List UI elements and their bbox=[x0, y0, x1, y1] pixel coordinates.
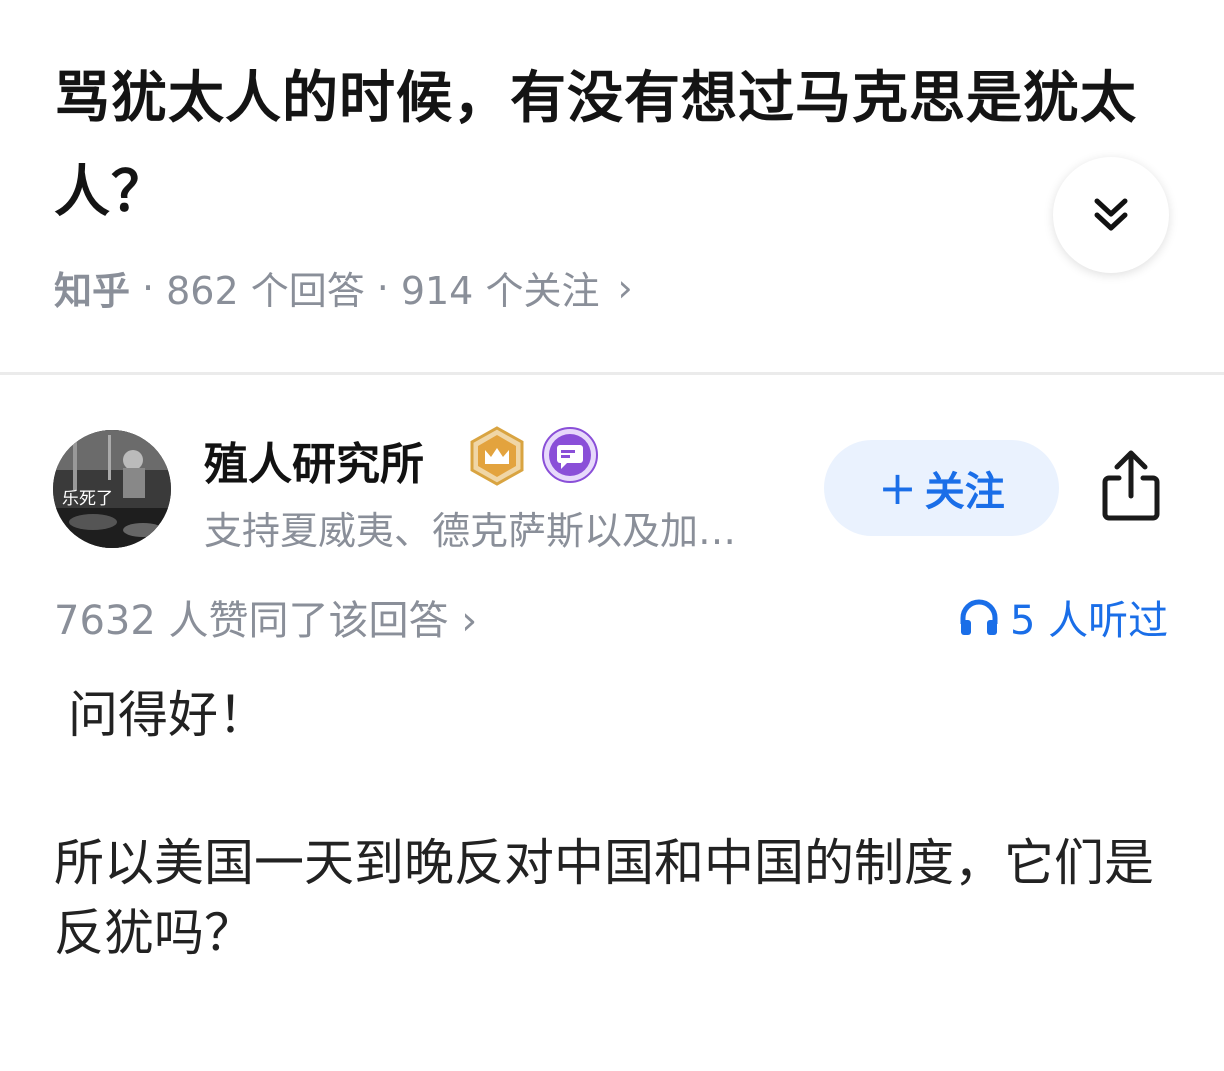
author-bio[interactable]: 支持夏威夷、德克萨斯以及加… bbox=[204, 500, 736, 555]
question-meta[interactable]: 知乎 · 862 个回答 · 914 个关注 › bbox=[54, 260, 633, 315]
meta-separator: · bbox=[142, 265, 155, 310]
avatar[interactable]: 乐死了 bbox=[53, 430, 171, 548]
divider bbox=[0, 372, 1224, 375]
follow-label: 关注 bbox=[924, 469, 1005, 515]
source-label: 知乎 bbox=[54, 269, 131, 313]
chat-badge-icon[interactable] bbox=[541, 426, 599, 484]
author-name[interactable]: 殖人研究所 bbox=[204, 428, 424, 492]
headphones-icon bbox=[960, 599, 998, 635]
listened-text: 5 人听过 bbox=[1010, 598, 1169, 644]
chevron-right-icon: › bbox=[617, 265, 633, 310]
follow-button[interactable]: + 关注 bbox=[824, 440, 1059, 536]
meta-separator: · bbox=[376, 265, 389, 310]
avatar-text: 乐死了 bbox=[62, 489, 113, 509]
double-chevron-down-icon bbox=[1094, 198, 1128, 231]
approval-text: 7632 人赞同了该回答 bbox=[54, 598, 449, 644]
approval-count[interactable]: 7632 人赞同了该回答 › bbox=[54, 588, 477, 646]
listened-count[interactable]: 5 人听过 bbox=[958, 588, 1168, 646]
chevron-right-icon: › bbox=[461, 598, 478, 644]
answers-count: 862 个回答 bbox=[166, 269, 365, 313]
answer-paragraph: 所以美国一天到晚反对中国和中国的制度，它们是反犹吗？ bbox=[54, 834, 1154, 962]
question-title[interactable]: 骂犹太人的时候，有没有想过马克思是犹太人？ bbox=[54, 52, 1184, 240]
plus-icon: + bbox=[878, 461, 917, 515]
answer-paragraph: 问得好！ bbox=[68, 686, 268, 744]
share-icon[interactable] bbox=[1099, 448, 1163, 522]
collapse-button[interactable] bbox=[1053, 157, 1169, 273]
followers-count: 914 个关注 bbox=[400, 269, 600, 313]
crown-badge-icon[interactable] bbox=[469, 426, 525, 486]
answer-content[interactable]: 问得好！ 所以美国一天到晚反对中国和中国的制度，它们是反犹吗？ bbox=[54, 680, 1174, 968]
